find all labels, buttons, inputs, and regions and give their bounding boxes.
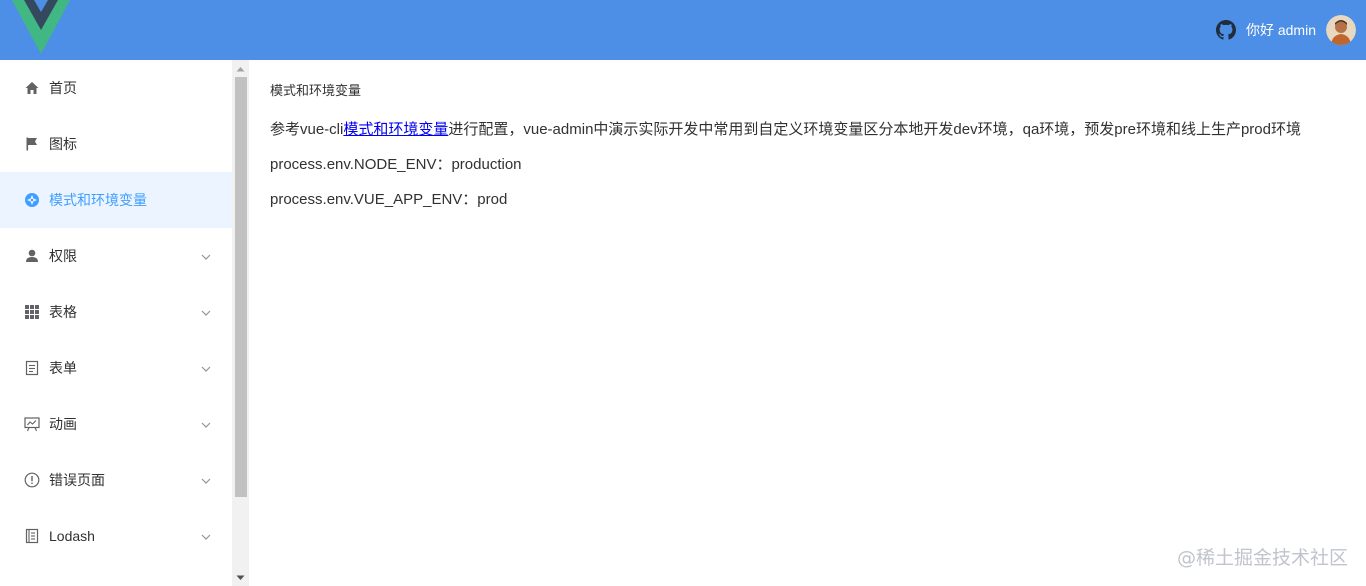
sidebar-menu: 首页 图标 模式和环境变量 权限 表格 表单 动画 错误页面 Lodash xyxy=(0,60,232,586)
compass-icon xyxy=(24,192,40,208)
chevron-down-icon xyxy=(200,362,212,374)
warning-icon xyxy=(24,472,40,488)
chevron-down-icon xyxy=(200,418,212,430)
sidebar-item-lodash[interactable]: Lodash xyxy=(0,508,232,564)
sidebar-item-icons[interactable]: 图标 xyxy=(0,116,232,172)
vue-cli-modes-link[interactable]: 模式和环境变量 xyxy=(343,121,448,138)
chevron-down-icon xyxy=(200,530,212,542)
watermark-text: @稀土掘金技术社区 xyxy=(1176,547,1348,569)
sidebar-item-table[interactable]: 表格 xyxy=(0,284,232,340)
sidebar-item-label: 首页 xyxy=(49,80,77,96)
sidebar-item-label: 动画 xyxy=(49,416,77,432)
chevron-down-icon xyxy=(200,250,212,262)
main-content: 模式和环境变量 参考vue-cli模式和环境变量进行配置，vue-admin中演… xyxy=(270,60,1350,210)
chevron-down-icon xyxy=(200,306,212,318)
scroll-down-arrow-icon[interactable] xyxy=(232,569,249,586)
notebook-icon xyxy=(24,528,40,544)
greeting-text[interactable]: 你好 admin xyxy=(1246,20,1316,40)
page-title: 模式和环境变量 xyxy=(270,83,362,98)
avatar[interactable] xyxy=(1326,15,1356,45)
sidebar-item-label: 表格 xyxy=(49,304,77,320)
scrollbar-thumb[interactable] xyxy=(235,77,247,497)
sidebar-item-label: 表单 xyxy=(49,360,77,376)
vue-app-env-value: process.env.VUE_APP_ENV：prod xyxy=(270,191,508,208)
document-icon xyxy=(24,360,40,376)
sidebar-item-label: 模式和环境变量 xyxy=(49,192,147,208)
user-icon xyxy=(24,248,40,264)
sidebar-scrollbar[interactable] xyxy=(232,60,249,586)
chevron-down-icon xyxy=(200,474,212,486)
header-user-area: 你好 admin xyxy=(1215,14,1356,46)
sidebar-item-form[interactable]: 表单 xyxy=(0,340,232,396)
sidebar-item-label: Lodash xyxy=(49,528,95,544)
home-icon xyxy=(24,80,40,96)
vue-logo-icon[interactable] xyxy=(12,0,70,54)
scroll-up-arrow-icon[interactable] xyxy=(232,60,249,77)
sidebar-item-label: 权限 xyxy=(49,248,77,264)
sidebar-item-env[interactable]: 模式和环境变量 xyxy=(0,172,232,228)
desc-prefix: 参考vue-cli xyxy=(270,121,344,138)
sidebar-item-animation[interactable]: 动画 xyxy=(0,396,232,452)
sidebar-item-permission[interactable]: 权限 xyxy=(0,228,232,284)
env-description: 参考vue-cli模式和环境变量进行配置，vue-admin中演示实际开发中常用… xyxy=(270,119,1342,140)
presentation-icon xyxy=(24,416,40,432)
sidebar-item-label: 错误页面 xyxy=(49,472,105,488)
top-header: 你好 admin xyxy=(0,0,1366,60)
grid-icon xyxy=(24,304,40,320)
github-icon[interactable] xyxy=(1215,20,1236,40)
node-env-value: process.env.NODE_ENV：production xyxy=(270,156,522,173)
sidebar-item-label: 图标 xyxy=(49,136,77,152)
sidebar-item-error-pages[interactable]: 错误页面 xyxy=(0,452,232,508)
sidebar-item-home[interactable]: 首页 xyxy=(0,60,232,116)
desc-suffix: 进行配置，vue-admin中演示实际开发中常用到自定义环境变量区分本地开发de… xyxy=(448,121,1301,138)
flag-icon xyxy=(24,136,40,152)
